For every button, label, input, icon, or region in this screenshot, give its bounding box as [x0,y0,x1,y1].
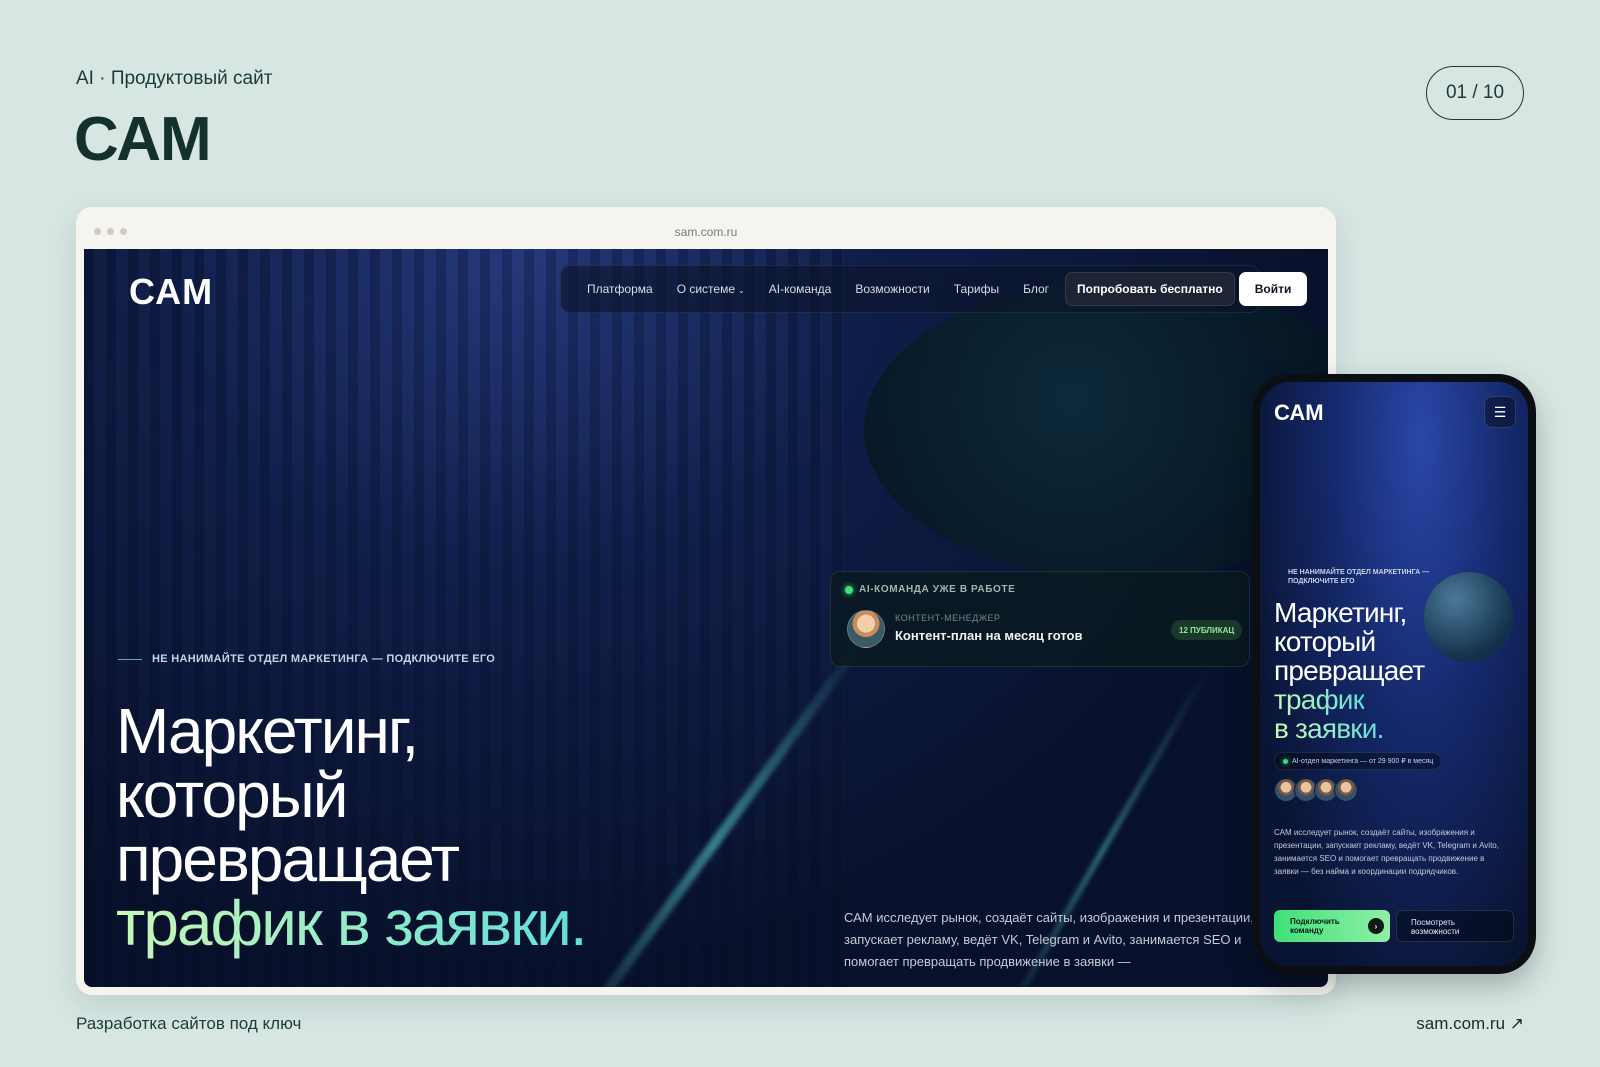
hero-headline: Маркетинг, который превращает трафик в з… [116,699,588,955]
agent-role: КОНТЕНТ-МЕНЕДЖЕР [895,613,1001,623]
agent-task: Контент-план на месяц готов [895,628,1083,643]
window-dot-icon [94,228,101,235]
footer-site-link[interactable]: sam.com.ru ↗ [1416,1014,1524,1034]
status-heading-label: AI-КОМАНДА УЖЕ В РАБОТЕ [859,584,1016,595]
connect-team-label: Подключить команду [1290,917,1340,935]
browser-toolbar: sam.com.ru [84,215,1328,249]
status-heading: AI-КОМАНДА УЖЕ В РАБОТЕ [845,584,1015,595]
team-avatars [1274,778,1358,802]
publications-badge: 12 ПУБЛИКАЦ [1171,620,1243,640]
hero-line: который [116,759,348,831]
chevron-down-icon: ⌄ [738,286,745,295]
phone-hero-headline: Маркетинг, который превращает трафик в з… [1274,597,1425,744]
try-free-button[interactable]: Попробовать бесплатно [1065,272,1235,306]
nav-item-platform[interactable]: Платформа [575,282,665,296]
login-button[interactable]: Войти [1238,272,1308,306]
site-viewport: САМ Платформа О системе ⌄ AI-команда Возм… [84,249,1328,987]
hero-eyebrow-label: НЕ НАНИМАЙТЕ ОТДЕЛ МАРКЕТИНГА — ПОДКЛЮЧИ… [152,653,496,665]
nav-item-about[interactable]: О системе ⌄ [665,282,757,296]
nav-item-blog[interactable]: Блог [1011,282,1061,296]
hero-line: Маркетинг, [116,695,419,767]
phone-logo[interactable]: САМ [1274,400,1324,426]
nav-item-pricing[interactable]: Тарифы [942,282,1011,296]
hamburger-menu-icon[interactable]: ☰ [1484,396,1516,428]
site-nav: Платформа О системе ⌄ AI-команда Возможно… [560,265,1308,313]
showcase-title: САМ [74,105,212,174]
nav-item-features[interactable]: Возможности [843,282,941,296]
eyebrow-line [118,658,142,660]
hero-line: превращает [1274,655,1425,686]
phone-description: САМ исследует рынок, создаёт сайты, изоб… [1274,828,1499,876]
hero-line: Маркетинг, [1274,597,1407,628]
hero-line: превращает [116,823,460,895]
hero-eyebrow: НЕ НАНИМАЙТЕ ОТДЕЛ МАРКЕТИНГА — ПОДКЛЮЧИ… [118,653,495,665]
arrow-right-icon: › [1368,918,1384,934]
pricing-pill-label: AI-отдел маркетинга — от 29 900 ₽ в меся… [1292,758,1434,765]
ai-status-card: AI-КОМАНДА УЖЕ В РАБОТЕ КОНТЕНТ-МЕНЕДЖЕР… [830,571,1250,667]
view-features-button[interactable]: Посмотреть возможности [1396,910,1514,942]
window-dot-icon [107,228,114,235]
hero-accent: трафик [1274,684,1365,715]
nav-item-ai-team[interactable]: AI-команда [757,282,844,296]
hero-line: который [1274,626,1376,657]
hero-description: САМ исследует рынок, создаёт сайты, изоб… [844,910,1254,969]
browser-url[interactable]: sam.com.ru [675,225,738,239]
window-dot-icon [120,228,127,235]
site-logo[interactable]: САМ [129,271,213,313]
avatar [847,610,885,648]
connect-team-button[interactable]: Подключить команду › [1274,910,1390,942]
showcase-subtitle: AI · Продуктовый сайт [76,68,273,89]
hero-accent: в заявки. [1274,713,1384,744]
view-features-label: Посмотреть возможности [1411,918,1460,936]
phone-eyebrow: НЕ НАНИМАЙТЕ ОТДЕЛ МАРКЕТИНГА — ПОДКЛЮЧИ… [1288,569,1430,585]
phone-screen: САМ ☰ НЕ НАНИМАЙТЕ ОТДЕЛ МАРКЕТИНГА — ПО… [1260,382,1528,966]
status-dot-icon [1283,758,1288,764]
window-controls [94,228,127,235]
page-counter: 01 / 10 [1426,66,1524,120]
status-dot-icon [845,585,853,594]
avatar [1334,778,1358,802]
nav-item-about-label: О системе [676,282,736,296]
pricing-pill: AI-отдел маркетинга — от 29 900 ₽ в меся… [1274,752,1443,770]
phone-mockup: САМ ☰ НЕ НАНИМАЙТЕ ОТДЕЛ МАРКЕТИНГА — ПО… [1252,374,1536,974]
footer-caption: Разработка сайтов под ключ [76,1014,302,1033]
hero-accent: трафик в заявки. [116,887,588,959]
browser-mockup: sam.com.ru САМ Платформа О системе ⌄ AI-к… [76,207,1336,995]
